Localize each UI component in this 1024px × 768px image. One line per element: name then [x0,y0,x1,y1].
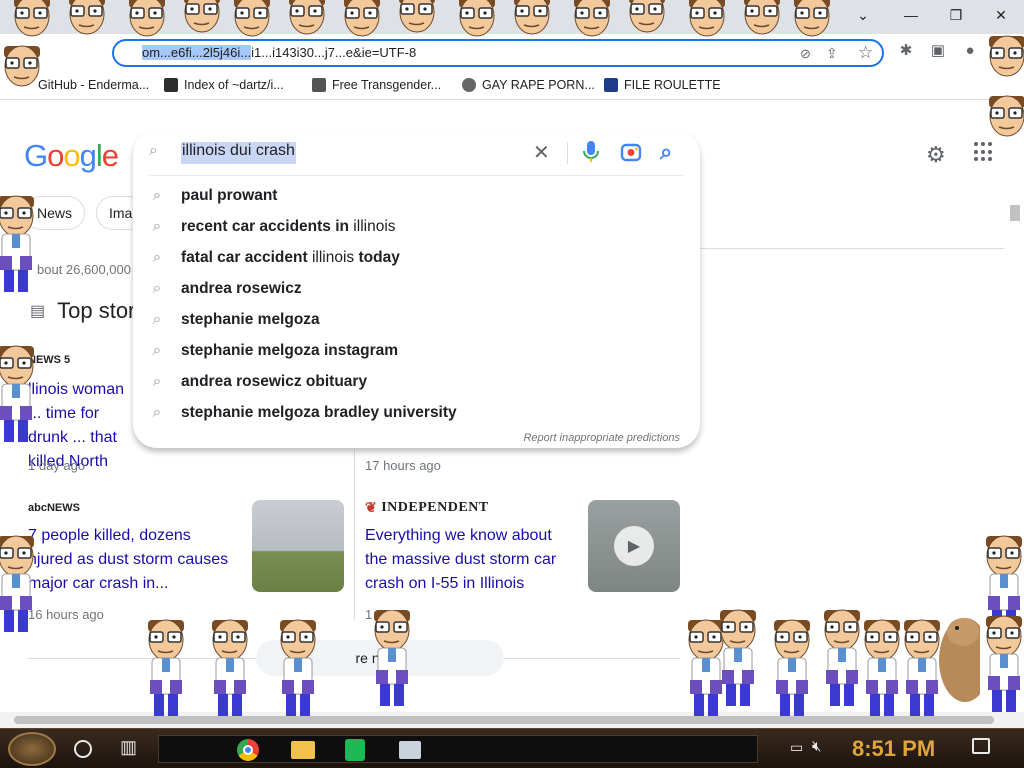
search-icon: ⌕ [152,248,162,266]
report-predictions-link[interactable]: Report inappropriate predictions [523,432,680,444]
search-separator [149,175,684,176]
logo-letter: o [63,138,80,173]
search-icon: ⌕ [152,279,162,297]
play-video-icon[interactable]: ▶ [614,526,654,566]
logo-letter: o [47,138,64,173]
story-column-divider [354,450,355,620]
story-headline[interactable]: Everything we know about the massive dus… [365,524,565,596]
settings-gear-icon[interactable]: ⚙ [926,142,946,168]
suggestion-item[interactable]: ⌕ stephanie melgoza instagram [133,335,700,366]
notes-app-icon[interactable] [345,739,365,761]
suggestion-item[interactable]: ⌕ andrea rosewicz obituary [133,366,700,397]
logo-letter: G [24,138,48,173]
clear-search-icon[interactable]: ✕ [533,140,550,165]
task-view-icon[interactable]: ▥ [120,737,137,758]
network-icon[interactable]: ▭ [790,739,803,756]
suggestion-item[interactable]: ⌕ paul prowant [133,180,700,211]
chrome-icon[interactable] [237,739,259,761]
story-thumbnail[interactable]: ▶ [588,500,680,592]
taskbar-apps [158,735,758,763]
tabs-divider [700,248,1004,249]
logo-letter: g [79,138,97,173]
cortana-icon[interactable] [74,740,92,758]
cartoon-overlay-icon [3,0,1024,137]
search-icon: ⌕ [152,186,162,204]
cartoon-overlay-icon [680,600,980,728]
story-headline[interactable]: 7 people killed, dozens njured as dust s… [28,524,238,596]
file-explorer-icon[interactable] [291,741,315,759]
suggestion-item[interactable]: ⌕ andrea rosewicz [133,273,700,304]
story-card[interactable]: ❦ INDEPENDENT Everything we know about th… [365,500,565,596]
search-icon: ⌕ [152,372,162,390]
search-icon: ⌕ [152,341,162,359]
voice-search-icon[interactable] [582,140,600,164]
story-thumbnail[interactable] [252,500,344,592]
search-icon: ⌕ [152,217,162,235]
google-logo[interactable]: Google [24,138,119,174]
search-divider [567,142,568,164]
app-window-icon[interactable] [399,741,421,759]
volume-muted-icon[interactable]: 🔇︎ [812,738,821,755]
suggestion-item[interactable]: ⌕ stephanie melgoza bradley university [133,397,700,428]
start-button[interactable] [8,732,56,766]
search-submit-icon[interactable]: ⌕ [660,139,672,165]
top-stories-label: Top stor [57,298,136,323]
suggestion-item[interactable]: ⌕ stephanie melgoza [133,304,700,335]
story-age: 17 hours ago [365,458,441,473]
notification-center-icon[interactable] [972,738,990,754]
taskbar: ▥ ▭ 🔇︎ 8:51 PM [0,728,1024,768]
search-icon: ⌕ [152,310,162,328]
search-icon: ⌕ [149,142,158,159]
vertical-scrollbar-thumb[interactable] [1010,205,1020,221]
publisher-name: ❦ INDEPENDENT [365,500,489,516]
google-apps-icon[interactable] [974,142,994,162]
publisher-name: abcNEWS [28,502,80,514]
results-stats: bout 26,600,000 [37,262,131,277]
taskbar-clock[interactable]: 8:51 PM [852,736,935,762]
cartoon-overlay-icon [0,190,48,710]
suggestion-item[interactable]: ⌕ fatal car accident illinois today [133,242,700,273]
suggestion-item[interactable]: ⌕ recent car accidents in illinois [133,211,700,242]
cartoon-overlay-icon [980,520,1024,720]
search-icon: ⌕ [152,403,162,421]
lens-camera-icon[interactable] [620,141,642,163]
search-input[interactable]: illinois dui crash [181,142,296,164]
logo-letter: e [101,138,119,173]
search-box[interactable]: ⌕ illinois dui crash ✕ ⌕ ⌕ paul prowant ⌕… [133,130,700,448]
story-card[interactable]: abcNEWS 7 people killed, dozens njured a… [28,500,238,596]
cartoon-overlay-icon [140,610,440,728]
